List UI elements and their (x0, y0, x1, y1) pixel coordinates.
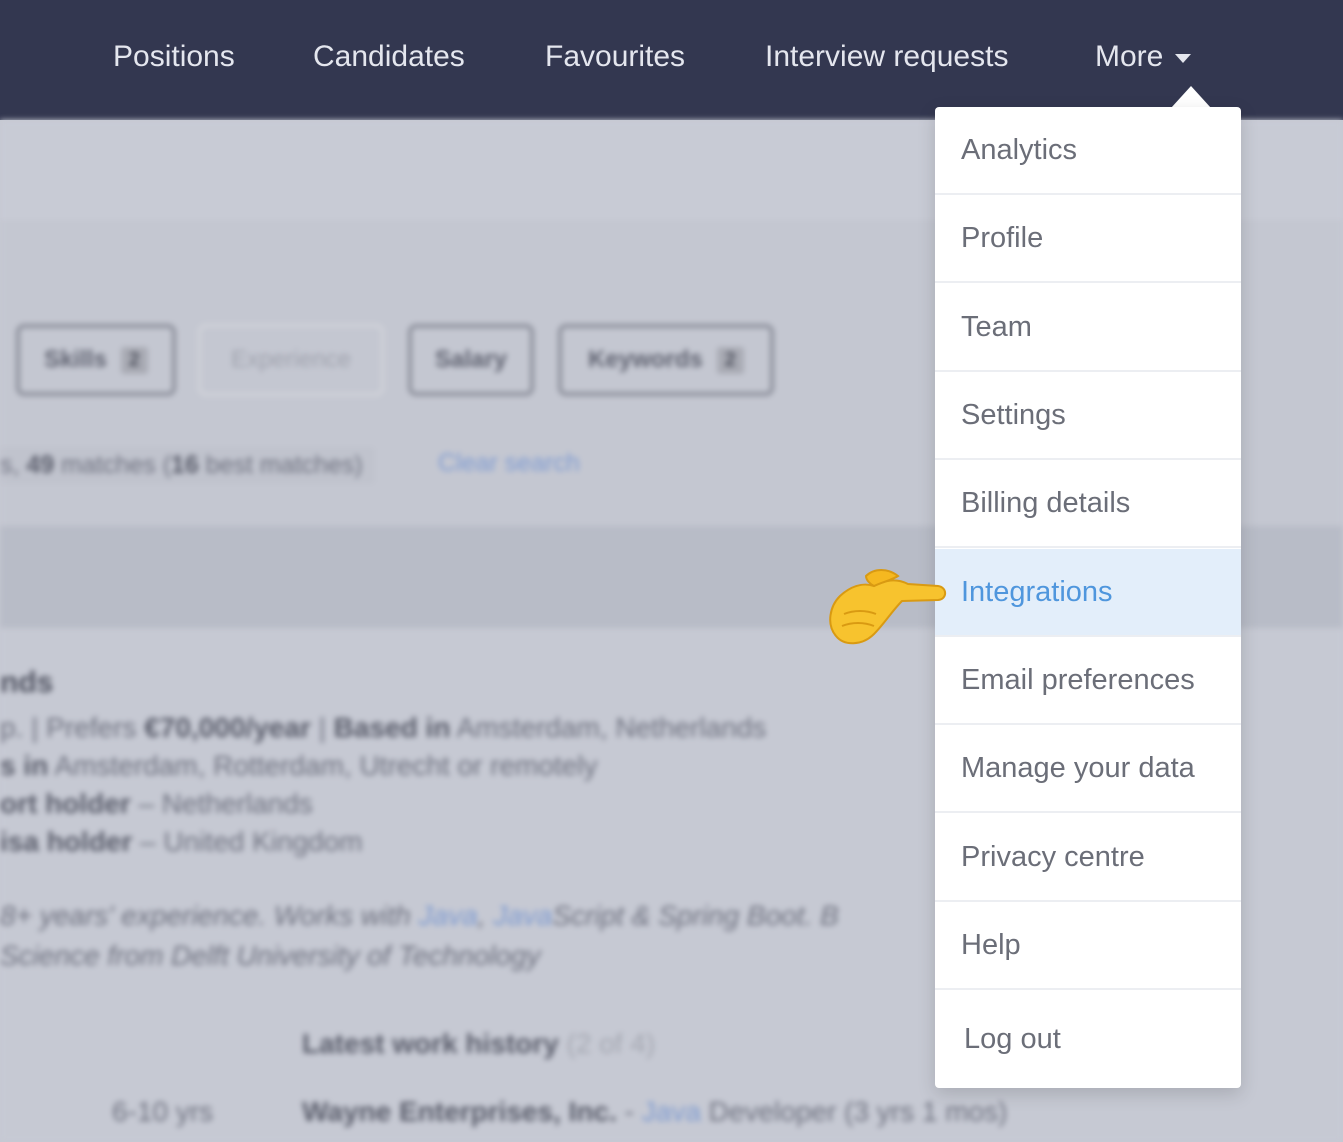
pointing-hand-icon (829, 569, 947, 645)
match-prefix: s, (0, 451, 27, 479)
nav-candidates[interactable]: Candidates (313, 40, 465, 74)
match-count: 49 (26, 451, 55, 479)
work-entry: Wayne Enterprises, Inc. - Java Developer… (302, 1096, 1007, 1128)
candidate-line-3: ort holder – Netherlands (0, 788, 313, 820)
clear-search-link[interactable]: Clear search (438, 449, 580, 478)
summary1-sep: , (477, 900, 494, 931)
menu-item-manage-your-data[interactable]: Manage your data (935, 725, 1241, 813)
summary1-text: 8+ years' experience. Works with (0, 900, 419, 931)
menu-item-help[interactable]: Help (935, 902, 1241, 990)
line1-sep: | (310, 712, 334, 743)
work-role: Developer (3 yrs 1 mos) (700, 1096, 1008, 1127)
line2-locations: Amsterdam, Rotterdam, Utrecht or remotel… (48, 750, 598, 781)
line2-label: s in (0, 750, 49, 781)
candidate-summary-2: Science from Delft University of Technol… (0, 940, 541, 971)
menu-item-billing-details[interactable]: Billing details (935, 460, 1241, 548)
work-history-heading: Latest work history (2 of 4) (302, 1028, 655, 1060)
menu-item-profile[interactable]: Profile (935, 195, 1241, 283)
filter-keywords[interactable]: Keywords 2 (558, 324, 774, 396)
filter-keywords-label: Keywords (588, 346, 703, 373)
dropdown-arrow (1171, 86, 1211, 108)
more-dropdown-menu: Analytics Profile Team Settings Billing … (935, 107, 1241, 1088)
filter-experience[interactable]: Experience (198, 324, 384, 396)
top-navigation: Positions Candidates Favourites Intervie… (0, 0, 1343, 120)
summary1-java2: Java (493, 900, 553, 931)
work-years: 6-10 yrs (112, 1096, 214, 1127)
work-company: Wayne Enterprises, Inc. (302, 1096, 617, 1127)
work-dash: - (616, 1096, 642, 1127)
line4-label: isa holder (0, 826, 133, 857)
work-history-count: (2 of 4) (566, 1028, 656, 1059)
best-match-count: 16 (170, 451, 199, 479)
filter-experience-label: Experience (230, 346, 352, 373)
line1-based: Based in (333, 712, 451, 743)
nav-favourites[interactable]: Favourites (545, 40, 685, 74)
summary1-java: Java (418, 900, 478, 931)
line3-label: ort holder (0, 788, 131, 819)
candidate-line-4: isa holder – United Kingdom (0, 826, 363, 858)
match-mid: matches ( (54, 451, 171, 479)
candidate-summary-1: 8+ years' experience. Works with Java, J… (0, 900, 839, 932)
filter-salary-label: Salary (434, 346, 508, 373)
menu-item-privacy-centre[interactable]: Privacy centre (935, 814, 1241, 902)
menu-item-email-preferences[interactable]: Email preferences (935, 637, 1241, 725)
nav-positions[interactable]: Positions (113, 40, 235, 74)
line4-country: – United Kingdom (132, 826, 363, 857)
filter-skills[interactable]: Skills 2 (16, 324, 176, 396)
filter-keywords-count: 2 (716, 346, 744, 374)
line1-salary: €70,000/year (144, 712, 311, 743)
candidate-line-2: s in Amsterdam, Rotterdam, Utrecht or re… (0, 750, 598, 782)
filter-skills-count: 2 (120, 346, 148, 374)
menu-item-settings[interactable]: Settings (935, 372, 1241, 460)
filter-salary[interactable]: Salary (408, 324, 534, 396)
nav-more[interactable]: More (1095, 40, 1192, 74)
match-suffix: best matches) (198, 451, 363, 479)
filter-skills-label: Skills (44, 346, 107, 373)
candidate-line-1: p. | Prefers €70,000/year | Based in Ams… (0, 712, 766, 744)
caret-down-icon (1175, 53, 1192, 63)
line1-location: Amsterdam, Netherlands (450, 712, 767, 743)
menu-item-integrations[interactable]: Integrations (935, 549, 1241, 637)
menu-item-log-out[interactable]: Log out (935, 991, 1241, 1088)
work-history-title: Latest work history (302, 1028, 559, 1059)
menu-item-team[interactable]: Team (935, 284, 1241, 372)
summary1-rest: Script & Spring Boot. B (552, 900, 839, 931)
nav-interview-requests[interactable]: Interview requests (765, 40, 1008, 74)
line1-text: p. | Prefers (0, 712, 145, 743)
nav-more-label: More (1095, 40, 1164, 73)
work-role-java: Java (641, 1096, 701, 1127)
candidate-name: nds (0, 666, 54, 699)
menu-item-analytics[interactable]: Analytics (935, 107, 1241, 195)
match-summary: s, 49 matches (16 best matches) (0, 447, 375, 484)
line3-country: – Netherlands (130, 788, 313, 819)
